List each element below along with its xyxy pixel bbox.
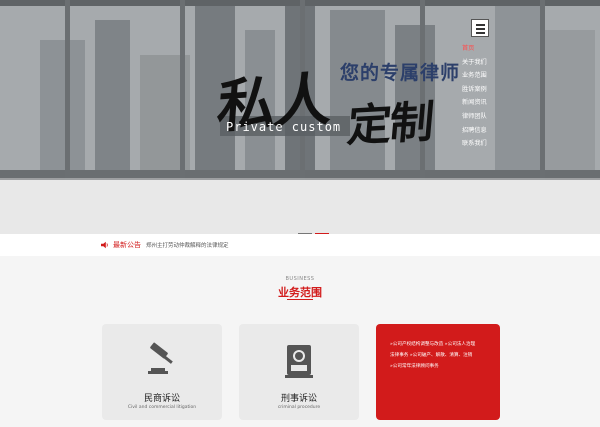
- business-card-line: 法律事务 »公司破产、解散、清算、注销: [390, 353, 473, 358]
- hamburger-icon: [476, 24, 485, 26]
- nav-item-home[interactable]: 首页: [462, 42, 522, 56]
- section-title: 业务范围: [278, 286, 322, 299]
- business-card-civil[interactable]: 民商诉讼 Civil and commercial litigation: [102, 324, 222, 420]
- nav-item-news[interactable]: 新闻资讯: [462, 96, 522, 110]
- business-card-corporate[interactable]: »公司产权结构调整与改造 »公司法人治理 法律事务 »公司破产、解散、清算、注销…: [376, 324, 500, 420]
- gavel-icon: [148, 342, 173, 374]
- notice-text[interactable]: 郑州主打劳动仲裁解释的法律规定: [146, 241, 229, 249]
- nav-item-jobs[interactable]: 招聘信息: [462, 124, 522, 138]
- notice-label: 最新公告: [113, 241, 141, 249]
- hero-english: Private custom: [226, 120, 342, 134]
- business-card-title: 民商诉讼: [143, 394, 180, 404]
- business-card-title: 刑事诉讼: [280, 394, 317, 404]
- business-card-criminal[interactable]: 刑事诉讼 criminal procedure: [239, 324, 359, 420]
- business-card-subtitle: criminal procedure: [277, 405, 321, 410]
- hero-headline-part2: 定制: [345, 96, 435, 153]
- side-nav: 首页 关于我们 业务范围 胜诉案例 新闻资讯 律师团队 招聘信息 联系我们: [462, 42, 522, 151]
- notice-bar: 最新公告 郑州主打劳动仲裁解释的法律规定: [0, 234, 600, 256]
- hero-tagline: 您的专属律师: [340, 62, 461, 84]
- business-card-subtitle: Civil and commercial litigation: [127, 405, 197, 410]
- section-title-en: BUSINESS: [285, 276, 315, 282]
- nav-item-team[interactable]: 律师团队: [462, 110, 522, 124]
- slide-indicator: [298, 220, 332, 234]
- section-title-underline: [287, 299, 313, 300]
- hero-banner: 您的专属律师 私人 定制 Private custom 首页 关于我们 业务范围…: [0, 0, 600, 234]
- nav-item-cases[interactable]: 胜诉案例: [462, 83, 522, 97]
- business-card-line: »公司产权结构调整与改造 »公司法人治理: [390, 342, 476, 347]
- nav-item-business[interactable]: 业务范围: [462, 69, 522, 83]
- badge-icon: [285, 345, 313, 378]
- business-card-line: »公司常年法律顾问事务: [390, 364, 439, 369]
- menu-toggle-button[interactable]: [471, 19, 489, 37]
- nav-item-about[interactable]: 关于我们: [462, 56, 522, 70]
- speaker-icon: [101, 241, 108, 249]
- nav-item-contact[interactable]: 联系我们: [462, 137, 522, 151]
